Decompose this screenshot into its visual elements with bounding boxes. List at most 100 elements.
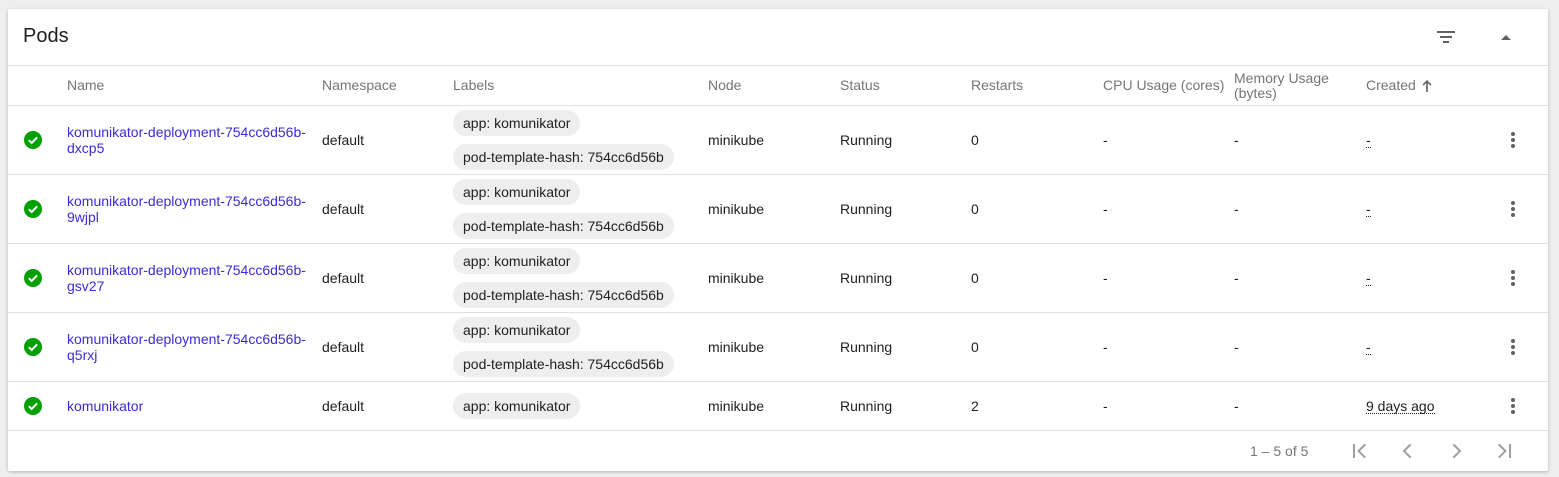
table-row: komunikator-deployment-754cc6d56b- 9wjpl … — [8, 175, 1548, 244]
status-icon-cell — [24, 106, 42, 174]
status-icon-cell — [24, 313, 42, 381]
column-memory: Memory Usage (bytes) — [1234, 66, 1329, 105]
table-row: komunikator-deployment-754cc6d56b-dxcp5 … — [8, 106, 1548, 175]
namespace-cell: default — [322, 339, 365, 355]
cpu-cell: - — [1103, 201, 1108, 217]
page-range-label: 1 – 5 of 5 — [1250, 443, 1309, 459]
last-page-button[interactable] — [1492, 439, 1516, 463]
row-actions-button[interactable] — [1503, 106, 1523, 174]
labels-cell: app: komunikator — [453, 382, 581, 430]
pod-name-line1: komunikator-deployment-754cc6d56b- — [67, 262, 306, 278]
created-cell: 9 days ago — [1366, 382, 1435, 430]
first-page-icon — [1353, 443, 1366, 459]
created-value: 9 days ago — [1366, 397, 1435, 414]
namespace-cell: default — [322, 270, 365, 286]
status-cell: Running — [840, 339, 893, 355]
created-value: - — [1366, 131, 1371, 148]
created-cell: - — [1366, 313, 1371, 381]
check-circle-icon — [24, 338, 42, 356]
label-chip: app: komunikator — [453, 393, 581, 419]
pod-name-link[interactable]: komunikator-deployment-754cc6d56b-q5rxj — [67, 331, 306, 363]
node-cell: minikube — [708, 201, 765, 217]
cpu-cell: - — [1103, 270, 1108, 286]
filter-list-icon — [1437, 31, 1455, 43]
pod-name-cell: komunikator-deployment-754cc6d56b-dxcp5 — [67, 106, 317, 174]
last-page-icon — [1498, 443, 1511, 459]
pod-name-cell: komunikator-deployment-754cc6d56b-q5rxj — [67, 313, 317, 381]
label-chip: app: komunikator — [453, 317, 581, 343]
pods-card: Pods Name Namespace Labels Node Status R… — [8, 9, 1548, 471]
cpu-cell: - — [1103, 398, 1108, 414]
pod-name-cell: komunikator-deployment-754cc6d56b-gsv27 — [67, 244, 317, 312]
restarts-cell: 0 — [971, 132, 979, 148]
pod-name-link[interactable]: komunikator-deployment-754cc6d56b- 9wjpl — [67, 193, 306, 225]
labels-cell: app: komunikator pod-template-hash: 754c… — [453, 313, 674, 381]
pod-name-link[interactable]: komunikator — [67, 398, 143, 414]
table-header: Name Namespace Labels Node Status Restar… — [8, 66, 1548, 106]
namespace-cell: default — [322, 132, 365, 148]
label-chip: pod-template-hash: 754cc6d56b — [453, 351, 674, 377]
column-node: Node — [708, 77, 742, 93]
arrow-drop-up-icon — [1501, 35, 1511, 40]
pod-name-line1: komunikator-deployment-754cc6d56b- — [67, 331, 306, 347]
row-actions-button[interactable] — [1503, 382, 1523, 430]
card-header: Pods — [8, 9, 1548, 66]
pod-name-line2: gsv27 — [67, 278, 105, 294]
paginator: 1 – 5 of 5 — [8, 431, 1548, 471]
label-chip: app: komunikator — [453, 179, 581, 205]
created-value: - — [1366, 200, 1371, 217]
created-value: - — [1366, 338, 1371, 355]
filter-button[interactable] — [1432, 23, 1460, 51]
check-circle-icon — [24, 269, 42, 287]
column-restarts: Restarts — [971, 77, 1024, 93]
restarts-cell: 0 — [971, 339, 979, 355]
more-vert-icon — [1511, 398, 1515, 414]
created-value: - — [1366, 269, 1371, 286]
table-row: komunikator default app: komunikator min… — [8, 382, 1548, 431]
column-namespace[interactable]: Namespace — [322, 66, 397, 105]
label-chip: app: komunikator — [453, 110, 581, 136]
row-actions-button[interactable] — [1503, 244, 1523, 312]
pod-name-cell: komunikator — [67, 382, 317, 430]
more-vert-icon — [1511, 132, 1515, 148]
collapse-button[interactable] — [1492, 23, 1520, 51]
node-cell: minikube — [708, 398, 765, 414]
row-actions-button[interactable] — [1503, 313, 1523, 381]
more-vert-icon — [1511, 339, 1515, 355]
card-title: Pods — [23, 25, 69, 47]
labels-cell: app: komunikator pod-template-hash: 754c… — [453, 175, 674, 243]
status-cell: Running — [840, 201, 893, 217]
restarts-cell: 2 — [971, 398, 979, 414]
memory-cell: - — [1234, 201, 1239, 217]
pod-name-link[interactable]: komunikator-deployment-754cc6d56b-dxcp5 — [67, 124, 306, 156]
created-cell: - — [1366, 244, 1371, 312]
label-chip: pod-template-hash: 754cc6d56b — [453, 282, 674, 308]
status-icon-cell — [24, 244, 42, 312]
created-cell: - — [1366, 175, 1371, 243]
pod-name-line2: dxcp5 — [67, 140, 105, 156]
column-name[interactable]: Name — [67, 66, 104, 105]
label-chip: pod-template-hash: 754cc6d56b — [453, 213, 674, 239]
label-chip: app: komunikator — [453, 248, 581, 274]
labels-cell: app: komunikator pod-template-hash: 754c… — [453, 244, 674, 312]
next-page-button[interactable] — [1444, 439, 1468, 463]
status-cell: Running — [840, 398, 893, 414]
check-circle-icon — [24, 200, 42, 218]
pod-name-link[interactable]: komunikator-deployment-754cc6d56b-gsv27 — [67, 262, 306, 294]
column-labels: Labels — [453, 77, 495, 93]
previous-page-button[interactable] — [1396, 439, 1420, 463]
column-memory-line2: (bytes) — [1234, 84, 1277, 101]
row-actions-button[interactable] — [1503, 175, 1523, 243]
table-row: komunikator-deployment-754cc6d56b-q5rxj … — [8, 313, 1548, 382]
label-chip: pod-template-hash: 754cc6d56b — [453, 144, 674, 170]
more-vert-icon — [1511, 270, 1515, 286]
column-created[interactable]: Created — [1366, 66, 1435, 105]
more-vert-icon — [1511, 201, 1515, 217]
column-status[interactable]: Status — [840, 66, 880, 105]
arrow-upward-icon — [1422, 79, 1432, 92]
column-memory-line1: Memory Usage — [1234, 69, 1329, 86]
restarts-cell: 0 — [971, 201, 979, 217]
created-cell: - — [1366, 106, 1371, 174]
first-page-button[interactable] — [1348, 439, 1372, 463]
memory-cell: - — [1234, 132, 1239, 148]
